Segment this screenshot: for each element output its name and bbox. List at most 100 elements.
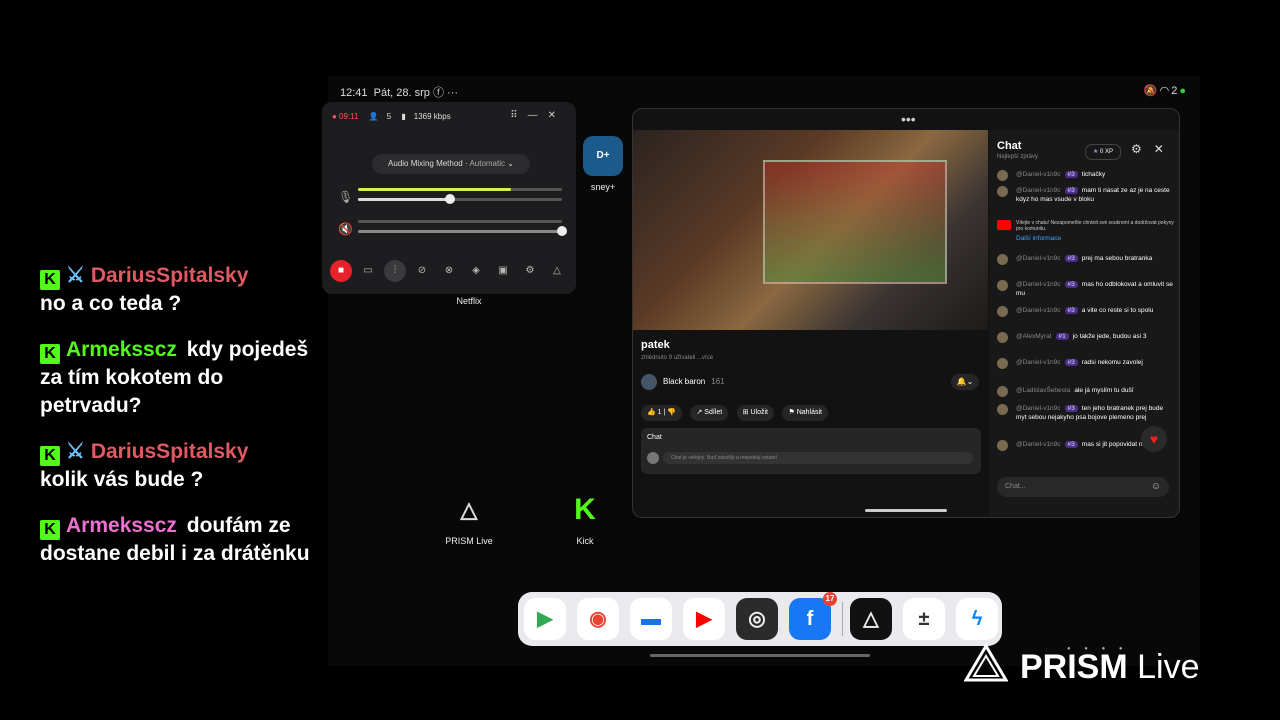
live-chat-message[interactable]: @Daniel-v1n9c #3 radsi nekomu zavolej	[997, 358, 1175, 369]
share-button[interactable]: ↗ Sdílet	[690, 405, 729, 421]
like-button[interactable]: 👍 1 | 👎	[641, 405, 683, 421]
wifi-icon: ◠	[1159, 85, 1172, 97]
chat-message-text: jo takže jede, budou asi 3	[1072, 333, 1147, 340]
stop-stream-button[interactable]: ■	[330, 260, 352, 282]
window-controls: ⠿—✕	[510, 110, 566, 121]
xp-badge[interactable]: ★ 0 XP	[1085, 144, 1121, 160]
user-avatar	[647, 452, 659, 464]
chat-icon[interactable]: ▭	[357, 260, 379, 282]
member-badge: #3	[1064, 359, 1078, 366]
live-chat-title: Chat	[997, 140, 1022, 152]
report-button[interactable]: ⚑ Nahlásit	[782, 405, 828, 421]
app-label: PRISM Live	[445, 536, 493, 546]
live-chat-message[interactable]: @Daniel-v1n9c #3 mam ti nasat ze az je na …	[997, 186, 1175, 204]
live-chat-mode[interactable]: Nejlepší zprávy	[997, 154, 1038, 160]
emoji-icon[interactable]: ☺	[1151, 477, 1161, 497]
live-chat-message[interactable]: @AlexMyrat #1 jo takže jede, budou asi 3	[997, 332, 1175, 343]
app-disney-plus[interactable]: D+ sney+	[568, 136, 638, 192]
mic-volume-slider[interactable]	[358, 194, 562, 204]
close-icon[interactable]: ✕	[548, 110, 566, 121]
user-avatar	[997, 186, 1008, 197]
live-chat-message[interactable]: @Daniel-v1n9c #3 tichačky	[997, 170, 1175, 181]
app-label: Netflix	[456, 296, 482, 306]
channel-row[interactable]: Black baron 161	[641, 374, 725, 390]
system-volume-knob[interactable]	[557, 226, 567, 236]
window-handle-icon[interactable]: •••	[901, 111, 916, 127]
messenger-icon[interactable]: ϟ	[956, 598, 998, 640]
disney-plus-icon: D+	[583, 136, 623, 176]
mic-volume-fill	[358, 198, 450, 201]
save-label: Uložit	[750, 409, 768, 416]
facebook-icon[interactable]: f 17	[789, 592, 837, 640]
live-chat-message[interactable]: @Daniel-v1n9c #3 ten jeho bratranek prej b…	[997, 404, 1175, 422]
system-volume-fill	[358, 230, 562, 233]
kick-icon: K	[40, 270, 60, 290]
calculator-icon[interactable]: ±	[903, 598, 945, 640]
audio-mixing-method-select[interactable]: Audio Mixing Method · Automatic ⌄	[372, 154, 530, 174]
signal-icon: ▮	[401, 112, 406, 121]
mic-volume-knob[interactable]	[444, 194, 455, 204]
messages-icon[interactable]: ▬	[630, 598, 672, 640]
overlay-username: Armeksscz	[66, 338, 177, 361]
filter-icon[interactable]: ⚙	[1131, 142, 1154, 156]
xp-value: 0 XP	[1100, 149, 1114, 155]
prism-live-icon[interactable]: △	[850, 598, 892, 640]
audio-mixer-icon[interactable]: ⫶	[384, 260, 406, 282]
member-badge: #3	[1064, 187, 1078, 194]
user-avatar	[997, 358, 1008, 369]
play-store-icon[interactable]: ▶	[524, 598, 566, 640]
camera-icon[interactable]: ◎	[736, 598, 778, 640]
chat-username: @Daniel-v1n9c	[1016, 405, 1061, 412]
mic-volume-row: 🎙	[338, 188, 564, 212]
video-meta[interactable]: zhlédnuto 9 uživateli ...více	[641, 355, 713, 361]
prism-mixer-panel: ● 09:11 👤 5 ▮ 1369 kbps ⠿—✕ Audio Mixing M…	[322, 102, 576, 294]
heart-reaction-button[interactable]: ♥	[1141, 426, 1167, 452]
member-badge: #3	[1064, 405, 1078, 412]
camera-off-icon[interactable]: ⊘	[411, 260, 433, 282]
chat-preview-input[interactable]: Chat je veřejný. Buď zdvořilý a respektu…	[663, 452, 973, 464]
privacy-icon[interactable]: ⊗	[438, 260, 460, 282]
chat-username: @LadislavŠebesta	[1016, 387, 1071, 394]
live-chat-message[interactable]: @Daniel-v1n9c #3 a vite co reste si to spo…	[997, 306, 1175, 317]
user-avatar	[997, 404, 1008, 415]
live-chat-message[interactable]: @Daniel-v1n9c #3 mas ho odblokovat a omluv…	[997, 280, 1175, 298]
chat-username: @Daniel-v1n9c	[1016, 171, 1061, 178]
star-icon: ★	[1092, 149, 1099, 155]
app-netflix[interactable]: Netflix	[434, 296, 504, 306]
live-chat-input[interactable]: Chat... ☺	[997, 477, 1169, 497]
share-icon: ↗	[696, 409, 703, 416]
overlay-chat-message: K Armeksscz doufám ze dostane debil i za …	[40, 512, 310, 568]
window-home-bar[interactable]	[865, 509, 947, 512]
live-chat-message[interactable]: @Daniel-v1n9c #3 prej ma sebou bratranka	[997, 254, 1175, 265]
chat-preview-label: Chat	[647, 434, 662, 441]
gesture-bar[interactable]	[650, 654, 870, 657]
system-volume-slider[interactable]	[358, 226, 567, 236]
chrome-icon[interactable]: ◉	[577, 598, 619, 640]
live-chat-message[interactable]: @LadislavŠebesta ale já myslím tu dušî	[997, 386, 1175, 397]
save-button[interactable]: ⊞ Uložit	[736, 405, 774, 421]
chat-preview[interactable]: Chat Chat je veřejný. Buď zdvořilý a res…	[641, 428, 981, 474]
effects-icon[interactable]: ◈	[465, 260, 487, 282]
grid-icon[interactable]: ⠿	[510, 110, 527, 121]
status-time: 12:41	[340, 87, 368, 99]
prism-logo-icon[interactable]: △	[546, 260, 568, 282]
app-kick[interactable]: K Kick	[550, 490, 620, 546]
like-count: 1	[657, 409, 662, 416]
notice-text: Vítejte v chatu! Nezapomeňte chránit své…	[1016, 220, 1174, 232]
dock-divider	[842, 602, 843, 636]
channel-avatar	[641, 374, 657, 390]
screen-icon[interactable]: ▣	[492, 260, 514, 282]
status-icons: 🔕◠2●	[1144, 84, 1188, 97]
more-info-link[interactable]: Další informace	[1016, 235, 1175, 242]
youtube-icon[interactable]: ▶	[683, 598, 725, 640]
app-label: Kick	[576, 536, 594, 546]
chat-message-text: ale já myslím tu dušî	[1074, 387, 1134, 394]
settings-icon[interactable]: ⚙	[519, 260, 541, 282]
youtube-logo-icon	[997, 220, 1011, 230]
close-icon[interactable]: ✕	[1154, 142, 1176, 156]
app-prism-live[interactable]: △ PRISM Live	[434, 490, 504, 546]
app-label: sney+	[590, 182, 616, 192]
notification-bell-button[interactable]: 🔔⌄	[951, 374, 979, 390]
video-player[interactable]	[633, 130, 988, 330]
minimize-icon[interactable]: —	[528, 110, 548, 121]
